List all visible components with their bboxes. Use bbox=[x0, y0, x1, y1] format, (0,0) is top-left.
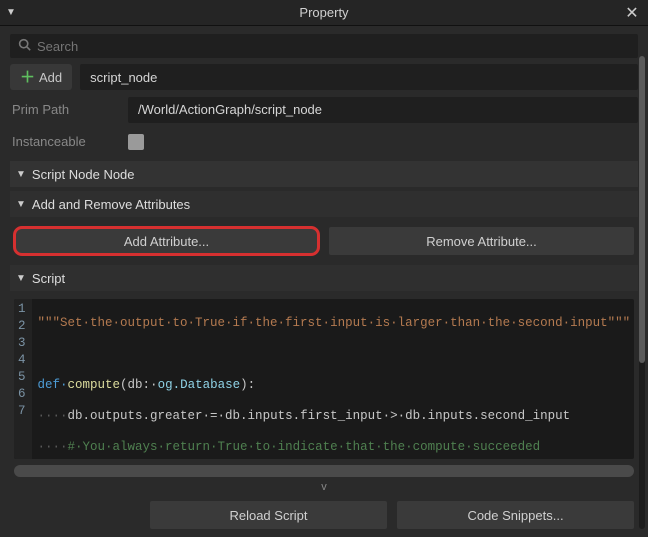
reload-script-button[interactable]: Reload Script bbox=[150, 501, 387, 529]
remove-attribute-button[interactable]: Remove Attribute... bbox=[329, 227, 634, 255]
add-button[interactable]: ＋ Add bbox=[10, 64, 72, 90]
prim-path-label: Prim Path bbox=[10, 102, 120, 117]
prim-path-field[interactable]: /World/ActionGraph/script_node bbox=[128, 97, 638, 123]
section-attributes[interactable]: ▼ Add and Remove Attributes bbox=[10, 191, 638, 217]
button-label: Reload Script bbox=[229, 508, 307, 523]
button-label: Code Snippets... bbox=[467, 508, 563, 523]
close-icon[interactable]: ✕ bbox=[616, 3, 648, 23]
title-bar: ▼ Property ✕ bbox=[0, 0, 648, 26]
instanceable-checkbox[interactable] bbox=[128, 134, 144, 150]
scrollbar-thumb[interactable] bbox=[639, 56, 645, 363]
node-name-field[interactable]: script_node bbox=[80, 64, 638, 90]
collapse-marker[interactable]: v bbox=[10, 481, 638, 495]
section-title: Script bbox=[32, 271, 65, 286]
line-gutter: 1 2 3 4 5 6 7 bbox=[14, 299, 32, 459]
chevron-down-icon: ▼ bbox=[16, 273, 26, 284]
button-label: Add Attribute... bbox=[124, 234, 209, 249]
chevron-down-icon: ▼ bbox=[16, 199, 26, 210]
search-input[interactable] bbox=[37, 39, 630, 54]
scrollbar-thumb[interactable] bbox=[14, 465, 634, 477]
vertical-scrollbar[interactable] bbox=[639, 56, 645, 529]
section-script-node[interactable]: ▼ Script Node Node bbox=[10, 161, 638, 187]
section-title: Script Node Node bbox=[32, 167, 135, 182]
add-button-label: Add bbox=[39, 70, 62, 85]
section-title: Add and Remove Attributes bbox=[32, 197, 190, 212]
code-content[interactable]: """Set·the·output·to·True·if·the·first·i… bbox=[32, 299, 634, 459]
panel-menu-icon[interactable]: ▼ bbox=[0, 7, 22, 18]
script-editor[interactable]: 1 2 3 4 5 6 7 """Set·the·output·to·True·… bbox=[14, 299, 634, 459]
instanceable-label: Instanceable bbox=[10, 134, 120, 149]
prim-path-value: /World/ActionGraph/script_node bbox=[138, 102, 322, 117]
search-icon bbox=[18, 38, 31, 54]
button-label: Remove Attribute... bbox=[426, 234, 537, 249]
section-script[interactable]: ▼ Script bbox=[10, 265, 638, 291]
search-field[interactable] bbox=[10, 34, 638, 58]
panel-title: Property bbox=[0, 5, 648, 20]
node-name-value: script_node bbox=[90, 70, 157, 85]
add-attribute-button[interactable]: Add Attribute... bbox=[14, 227, 319, 255]
plus-icon: ＋ bbox=[20, 70, 35, 85]
code-snippets-button[interactable]: Code Snippets... bbox=[397, 501, 634, 529]
horizontal-scrollbar[interactable] bbox=[14, 465, 634, 477]
chevron-down-icon: ▼ bbox=[16, 169, 26, 180]
